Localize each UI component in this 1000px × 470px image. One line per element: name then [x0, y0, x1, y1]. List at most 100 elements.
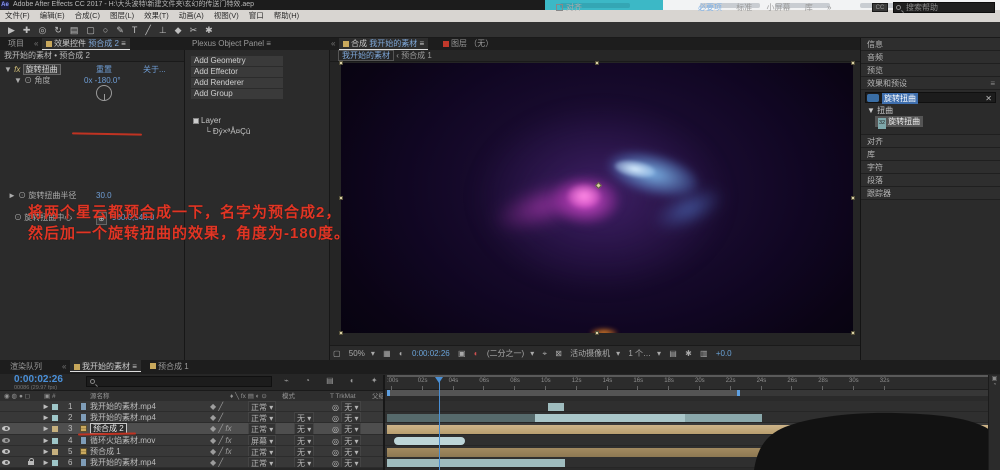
- tools-group[interactable]: ▶✚◎↻▤▢○✎T╱⊥◆✂✱: [4, 26, 217, 35]
- layer-bar-4[interactable]: [394, 437, 465, 445]
- plexus-add-button[interactable]: Add Group: [191, 89, 283, 99]
- tab-project[interactable]: 项目: [8, 38, 24, 50]
- effects-category-distort[interactable]: ▼ 扭曲: [861, 105, 1000, 116]
- effects-result-row[interactable]: 32旋转扭曲: [861, 116, 1000, 127]
- eye-icon[interactable]: [2, 449, 10, 454]
- layer-bar-5[interactable]: [387, 448, 995, 457]
- panel-menu-icon[interactable]: ≡: [990, 77, 995, 90]
- collapse-icon[interactable]: «: [34, 38, 38, 50]
- pickwhip-icon[interactable]: ◎: [332, 459, 339, 467]
- selection-handle[interactable]: [339, 196, 343, 200]
- blend-mode-select[interactable]: 屏幕 ▾: [248, 435, 276, 445]
- av-cell[interactable]: [0, 423, 38, 433]
- playhead-line[interactable]: [439, 378, 440, 470]
- panel-character[interactable]: 字符: [861, 161, 1000, 174]
- label-color-chip[interactable]: [52, 460, 58, 466]
- cc-sync-chip[interactable]: CC: [872, 3, 888, 12]
- tool-icon[interactable]: ▶: [8, 22, 15, 38]
- menu-item[interactable]: 编辑(E): [40, 11, 65, 20]
- effect-row[interactable]: ▼ fx 旋转扭曲 重置 关于...: [0, 64, 184, 75]
- collapse-icon[interactable]: «: [62, 360, 66, 374]
- grid-options-icon[interactable]: ▦: [383, 349, 391, 358]
- tool-icon[interactable]: ✎: [116, 22, 124, 38]
- radius-property-row[interactable]: ► ⊙ 旋转扭曲半径 30.0: [0, 190, 185, 201]
- pickwhip-icon[interactable]: ◎: [332, 403, 339, 411]
- timeline-search-input[interactable]: [86, 376, 272, 387]
- layer-name[interactable]: 我开始的素材.mp4: [90, 401, 210, 411]
- selection-handle[interactable]: [851, 196, 855, 200]
- tool-icon[interactable]: ✂: [190, 22, 198, 38]
- tab-render-queue[interactable]: 渲染队列: [10, 360, 42, 374]
- layer-switches[interactable]: ◆ ╱ fx: [210, 423, 248, 433]
- trkmat-select[interactable]: [294, 401, 332, 411]
- label-color-chip[interactable]: [52, 449, 58, 455]
- tab-layer[interactable]: 图层 （无）: [443, 38, 493, 50]
- blend-mode-select[interactable]: 正常 ▾: [248, 423, 276, 433]
- menu-item[interactable]: 动画(A): [179, 11, 204, 20]
- angle-property-row[interactable]: ▼ ⊙ 角度 0x -180.0°: [0, 75, 184, 86]
- pickwhip-icon[interactable]: ◎: [332, 414, 339, 422]
- workspace-overflow-icon[interactable]: »: [827, 3, 831, 12]
- timeline-right-gutter[interactable]: ▣◔: [988, 375, 1000, 470]
- exposure-value[interactable]: +0.0: [716, 349, 732, 358]
- tool-icon[interactable]: ↻: [54, 22, 62, 38]
- plexus-add-button[interactable]: Add Renderer: [191, 78, 283, 88]
- timeline-layer-row-5[interactable]: ► 5 预合成 1 ◆ ╱ fx 正常 ▾ 无 ▾ ◎ 无 ▾: [0, 446, 383, 457]
- menu-bar[interactable]: 文件(F)编辑(E)合成(C)图层(L)效果(T)动画(A)视图(V)窗口帮助(…: [0, 10, 1000, 22]
- blend-mode-select[interactable]: 正常 ▾: [248, 412, 276, 422]
- mini-flowchart-icon[interactable]: ▥: [700, 349, 708, 358]
- expander-icon[interactable]: ►: [42, 402, 50, 411]
- trkmat-select[interactable]: 无 ▾: [294, 423, 314, 433]
- timeline-layer-row-2[interactable]: ► 2 我开始的素材.mp4 ◆ ╱ 正常 ▾ 无 ▾ ◎ 无 ▾: [0, 412, 383, 423]
- expander-icon[interactable]: ►: [42, 424, 50, 433]
- selection-handle[interactable]: [339, 331, 343, 335]
- workspace-tab-libraries[interactable]: 库: [805, 3, 813, 12]
- panel-tracker[interactable]: 跟踪器: [861, 187, 1000, 200]
- layer-bar-2-tail[interactable]: [685, 414, 762, 422]
- timeline-layer-row-3-selected[interactable]: ► 3 预合成 2 ◆ ╱ fx 正常 ▾ 无 ▾ ◎ 无 ▾: [0, 423, 383, 434]
- layer-bar-6[interactable]: [387, 459, 565, 467]
- effect-name[interactable]: 旋转扭曲: [23, 64, 61, 75]
- label-color-chip[interactable]: [52, 415, 58, 421]
- view-layout-select[interactable]: 1 个…: [628, 349, 651, 358]
- breadcrumb-parent[interactable]: 预合成 1: [401, 51, 432, 60]
- tab-comp-active[interactable]: 我开始的素材 ≡: [70, 360, 141, 372]
- timeline-layer-row-1[interactable]: ► 1 我开始的素材.mp4 ◆ ╱ 正常 ▾ ◎ 无 ▾: [0, 401, 383, 412]
- selection-handle[interactable]: [595, 331, 599, 335]
- label-color-chip[interactable]: [52, 438, 58, 444]
- tool-icon[interactable]: ○: [103, 22, 108, 38]
- playhead-handle[interactable]: [435, 377, 443, 383]
- eye-icon[interactable]: [2, 426, 10, 431]
- label-color-chip[interactable]: [52, 404, 58, 410]
- blend-mode-select[interactable]: 正常 ▾: [248, 446, 276, 456]
- stopwatch-icon[interactable]: ⊙: [18, 191, 26, 200]
- roi-icon[interactable]: ⌖: [542, 349, 547, 358]
- plexus-add-button[interactable]: Add Geometry: [191, 56, 283, 66]
- parent-select[interactable]: 无 ▾: [341, 401, 361, 411]
- camera-select[interactable]: 活动摄像机: [570, 349, 610, 358]
- layer-bar-2-dim[interactable]: [387, 414, 535, 422]
- about-link[interactable]: 关于...: [143, 64, 166, 75]
- menu-item[interactable]: 视图(V): [214, 11, 239, 20]
- tree-root-label[interactable]: Layer: [201, 116, 221, 125]
- trkmat-select[interactable]: 无 ▾: [294, 446, 314, 456]
- pickwhip-icon[interactable]: ◎: [332, 425, 339, 433]
- current-timecode[interactable]: 0:00:02:26: [14, 374, 63, 385]
- layer-switches[interactable]: ◆ ╱: [210, 412, 248, 422]
- tab-composition[interactable]: 合成 我开始的素材 ≡: [339, 38, 428, 50]
- tab-effect-controls[interactable]: 效果控件 预合成 2 ≡: [42, 38, 130, 50]
- breadcrumb-current[interactable]: 我开始的素材: [338, 50, 394, 61]
- panel-effects-presets[interactable]: 效果和预设≡: [861, 77, 1000, 90]
- parent-select[interactable]: 无 ▾: [341, 412, 361, 422]
- layer-name[interactable]: 我开始的素材.mp4: [90, 457, 210, 467]
- magnification-icon[interactable]: ▢: [333, 349, 341, 358]
- layer-bar-1[interactable]: [548, 403, 564, 411]
- label-color-chip[interactable]: [52, 426, 58, 432]
- blend-mode-select[interactable]: 正常 ▾: [248, 457, 276, 467]
- align-checkbox[interactable]: [556, 4, 563, 11]
- channels-icon[interactable]: ◐: [474, 349, 479, 358]
- tool-icon[interactable]: ⊥: [159, 22, 167, 38]
- layer-switches[interactable]: ◆ ╱ fx: [210, 446, 248, 456]
- layer-name[interactable]: 我开始的素材.mp4: [90, 412, 210, 422]
- layer-name[interactable]: 预合成 1: [90, 446, 210, 456]
